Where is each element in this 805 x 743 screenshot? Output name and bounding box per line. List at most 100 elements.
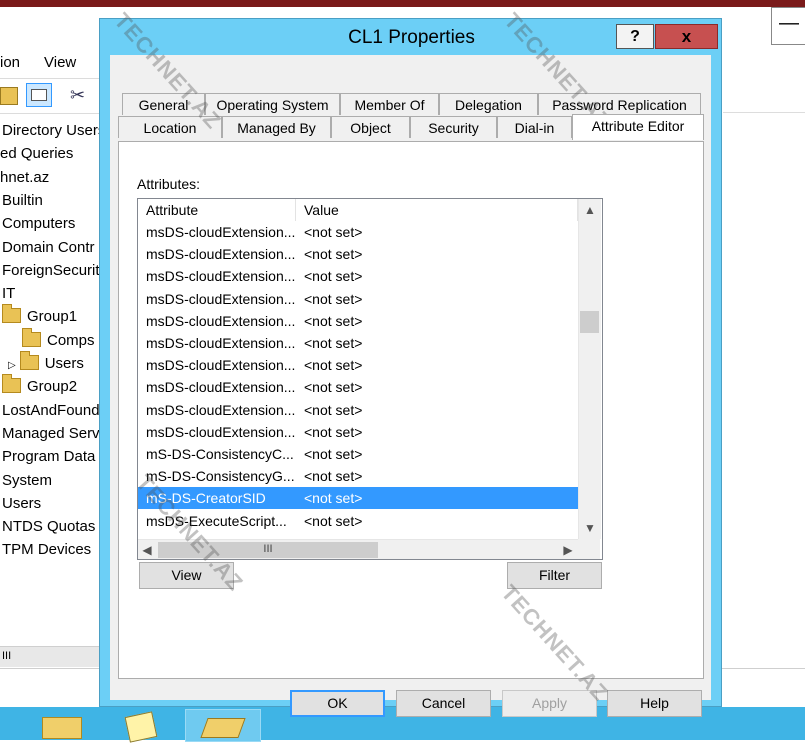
- tree-item[interactable]: hnet.az: [0, 169, 49, 186]
- attribute-row[interactable]: msDS-cloudExtension... <not set>: [138, 265, 578, 287]
- tree-item[interactable]: NTDS Quotas: [2, 518, 95, 535]
- tree-item[interactable]: System: [2, 472, 52, 489]
- attribute-row[interactable]: msDS-cloudExtension... <not set>: [138, 354, 578, 376]
- tree-item[interactable]: Users: [2, 495, 41, 512]
- tree-item[interactable]: Group1: [2, 304, 77, 325]
- attribute-value: <not set>: [304, 312, 363, 329]
- tree-item-label: Managed Serv: [2, 424, 100, 442]
- tab-managed-by[interactable]: Managed By: [222, 116, 331, 138]
- attributes-list[interactable]: Attribute Value msDS-cloudExtension... <n…: [137, 198, 603, 560]
- menu-action[interactable]: ion: [0, 54, 20, 71]
- tab-general[interactable]: General: [122, 93, 205, 115]
- attribute-row[interactable]: msDS-cloudExtension... <not set>: [138, 243, 578, 265]
- tree-item-label: Domain Contr: [2, 238, 95, 256]
- tree-item[interactable]: ed Queries: [0, 145, 73, 162]
- attribute-row[interactable]: msDS-cloudExtension... <not set>: [138, 421, 578, 443]
- tree-item[interactable]: Computers: [2, 215, 75, 232]
- attribute-row[interactable]: mS-DS-CreatorSID <not set>: [138, 487, 578, 510]
- up-folder-icon[interactable]: [0, 87, 18, 105]
- folder-icon: [19, 351, 39, 370]
- attribute-row[interactable]: msDS-ExecuteScript... <not set>: [138, 510, 578, 532]
- tree-item[interactable]: TPM Devices: [2, 541, 91, 558]
- menu-view[interactable]: View: [44, 54, 76, 71]
- tab-location[interactable]: Location: [118, 116, 222, 138]
- tab-security[interactable]: Security: [410, 116, 497, 138]
- expand-arrow-icon[interactable]: ▷: [8, 360, 16, 371]
- scroll-grip: III: [2, 650, 12, 662]
- attribute-row[interactable]: msDS-cloudExtension... <not set>: [138, 376, 578, 398]
- close-button[interactable]: x: [655, 24, 718, 49]
- attribute-value: <not set>: [304, 490, 363, 507]
- minimize-button[interactable]: —: [771, 7, 805, 45]
- horizontal-scroll-thumb[interactable]: III: [158, 542, 378, 558]
- tree-item[interactable]: Directory Users: [2, 122, 103, 139]
- attribute-value: <not set>: [304, 401, 363, 418]
- tab-delegation[interactable]: Delegation: [439, 93, 538, 115]
- taskbar-aduc[interactable]: [185, 709, 261, 742]
- scrollbar-corner: [578, 539, 600, 559]
- cut-icon[interactable]: ✂: [70, 85, 85, 105]
- tree-item-label: ForeignSecurit: [2, 261, 100, 279]
- folder-icon: [42, 717, 82, 739]
- attribute-row[interactable]: msDS-cloudExtension... <not set>: [138, 332, 578, 354]
- taskbar-file-explorer[interactable]: [30, 709, 104, 740]
- tree-item[interactable]: Domain Contr: [2, 239, 95, 256]
- apply-button[interactable]: Apply: [502, 690, 597, 717]
- attribute-row[interactable]: msDS-cloudExtension... <not set>: [138, 310, 578, 332]
- attribute-name: msDS-ExecuteScript...: [146, 512, 287, 529]
- tab-attribute-editor[interactable]: Attribute Editor: [572, 114, 704, 140]
- list-horizontal-scrollbar[interactable]: ◀ III ▶: [138, 539, 578, 559]
- attribute-row[interactable]: msDS-cloudExtension... <not set>: [138, 221, 578, 243]
- tree-item-label: TPM Devices: [2, 541, 92, 559]
- properties-dialog: CL1 Properties ? x General Operating Sys…: [99, 18, 722, 717]
- help-question-button[interactable]: ?: [616, 24, 654, 49]
- tree-item[interactable]: IT: [2, 285, 15, 302]
- tab-operating-system[interactable]: Operating System: [205, 93, 340, 115]
- scroll-left-icon[interactable]: ◀: [138, 540, 156, 559]
- filter-button[interactable]: Filter: [507, 562, 602, 589]
- tab-dial-in[interactable]: Dial-in: [497, 116, 572, 138]
- list-vertical-scrollbar[interactable]: ▲ ▼: [578, 199, 601, 539]
- column-header-attribute[interactable]: Attribute: [138, 199, 296, 221]
- tree-item-label: Directory Users: [2, 122, 103, 139]
- tree-item[interactable]: Comps: [22, 327, 95, 349]
- attribute-name: msDS-cloudExtension...: [146, 268, 296, 285]
- tree-horizontal-scrollbar[interactable]: III: [0, 646, 100, 667]
- tree-item-label: LostAndFound: [2, 401, 100, 419]
- tree-item[interactable]: Builtin: [2, 192, 43, 209]
- scroll-down-icon[interactable]: ▼: [579, 517, 601, 539]
- ok-button[interactable]: OK: [290, 690, 385, 717]
- tab-member-of[interactable]: Member Of: [340, 93, 439, 115]
- attribute-name: mS-DS-ConsistencyG...: [146, 468, 295, 485]
- scroll-right-icon[interactable]: ▶: [558, 540, 578, 559]
- attribute-row[interactable]: msDS-cloudExtension... <not set>: [138, 399, 578, 421]
- attribute-value: <not set>: [304, 357, 363, 374]
- tree-item[interactable]: LostAndFound: [2, 402, 100, 419]
- tree-item-label: Group2: [27, 378, 78, 396]
- vertical-scroll-thumb[interactable]: [580, 311, 599, 333]
- attribute-value: <not set>: [304, 246, 363, 263]
- show-console-tree-icon[interactable]: [26, 83, 52, 107]
- attribute-row[interactable]: msDS-cloudExtension... <not set>: [138, 288, 578, 310]
- scroll-up-icon[interactable]: ▲: [579, 199, 601, 221]
- folder-icon: [2, 374, 21, 394]
- column-header-value[interactable]: Value: [296, 199, 578, 221]
- tab-object[interactable]: Object: [331, 116, 410, 138]
- cancel-button[interactable]: Cancel: [396, 690, 491, 717]
- attribute-name: mS-DS-ConsistencyC...: [146, 446, 294, 462]
- tree-item-label: Builtin: [2, 191, 43, 209]
- attribute-row[interactable]: mS-DS-ConsistencyG... <not set>: [138, 465, 578, 487]
- notepad-icon: [124, 711, 158, 743]
- help-button[interactable]: Help: [607, 690, 702, 717]
- view-button[interactable]: View: [139, 562, 234, 589]
- tree-item[interactable]: ▷ Users: [8, 351, 84, 372]
- folder-icon: [22, 327, 41, 347]
- attribute-value: <not set>: [304, 379, 363, 396]
- tree-item[interactable]: Managed Serv: [2, 425, 100, 442]
- tree-item[interactable]: ForeignSecurit: [2, 262, 100, 279]
- taskbar-notepad[interactable]: [105, 709, 179, 743]
- attribute-row[interactable]: mS-DS-ConsistencyC... <not set>: [138, 443, 578, 465]
- tab-password-replication[interactable]: Password Replication: [538, 93, 701, 115]
- tree-item[interactable]: Group2: [2, 374, 78, 396]
- tree-item[interactable]: Program Data: [2, 448, 95, 465]
